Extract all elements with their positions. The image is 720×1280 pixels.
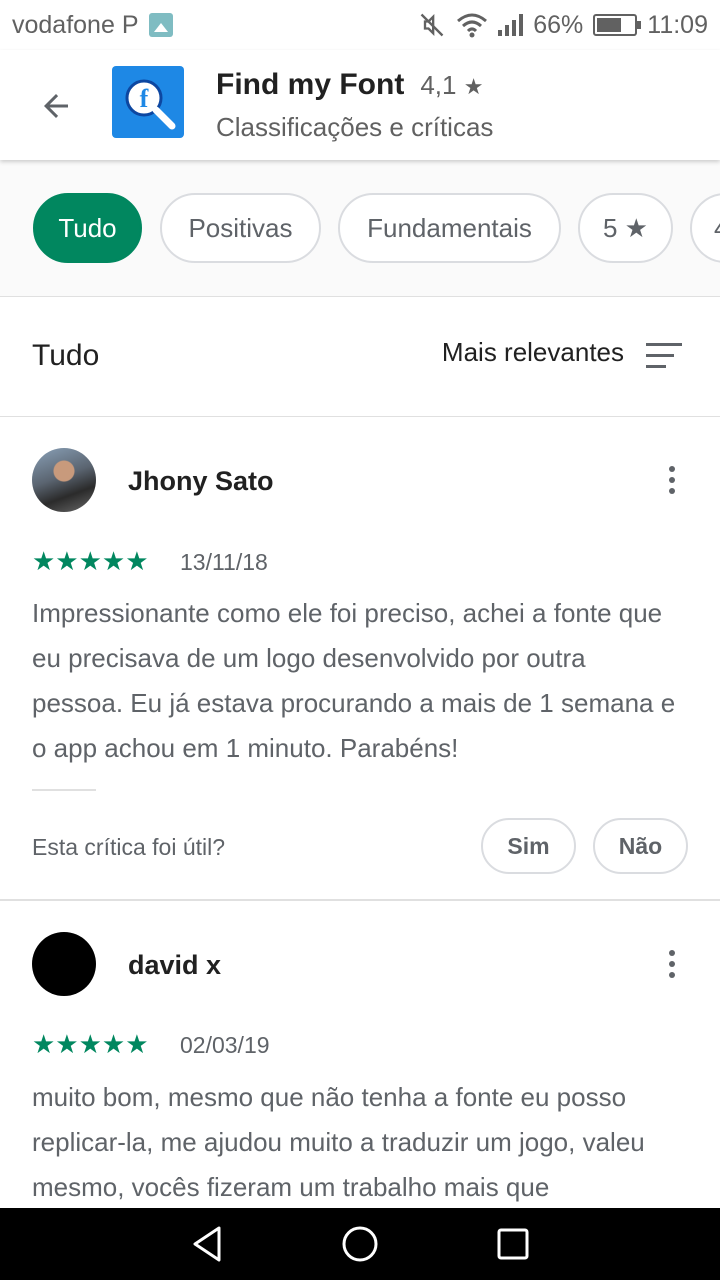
battery-icon (593, 14, 642, 36)
nav-home-button[interactable] (330, 1214, 390, 1274)
dot (669, 477, 675, 483)
back-button[interactable] (30, 80, 82, 132)
sort-row: Tudo Mais relevantes (0, 297, 720, 417)
svg-text:f: f (140, 84, 149, 113)
nav-back-button[interactable] (177, 1214, 237, 1274)
star-icon: ★ (463, 74, 484, 99)
clock: 11:09 (647, 10, 708, 39)
status-left: vodafone P (12, 11, 173, 40)
app-title-row: Find my Font 4,1 ★ (216, 68, 483, 102)
app-rating: 4,1 ★ (420, 70, 483, 101)
app-title: Find my Font (216, 68, 405, 101)
app-header: f Find my Font 4,1 ★ Classificações e cr… (0, 50, 720, 160)
dot (669, 950, 675, 956)
status-right: 66% 11:09 (418, 11, 708, 40)
app-rating-value: 4,1 (420, 70, 457, 100)
chip-5-stars[interactable]: 5 ★ (578, 193, 673, 263)
chip-all[interactable]: Tudo (33, 193, 142, 263)
app-icon[interactable]: f (112, 66, 184, 138)
battery-fill (597, 18, 622, 32)
sort-icon[interactable] (646, 343, 682, 369)
sort-button[interactable]: Mais relevantes (442, 337, 624, 368)
review-card: Jhony Sato ★★★★★ 13/11/18 Impressionante… (0, 418, 720, 899)
chip-positive[interactable]: Positivas (160, 193, 321, 263)
back-triangle-icon (193, 1226, 221, 1262)
more-options-button[interactable] (652, 460, 692, 500)
helpful-yes-button[interactable]: Sim (481, 818, 576, 874)
helpful-no-button[interactable]: Não (593, 818, 688, 874)
navigation-bar (0, 1208, 720, 1280)
review-card: david x ★★★★★ 02/03/19 muito bom, mesmo … (0, 901, 720, 1208)
image-notification-icon (148, 13, 173, 37)
nav-recents-button[interactable] (483, 1214, 543, 1274)
dot (669, 961, 675, 967)
chip-critical[interactable]: Fundamentais (338, 193, 561, 263)
home-circle-icon (342, 1226, 378, 1262)
recents-square-icon (497, 1228, 529, 1260)
signal-icon (498, 14, 524, 36)
battery-percent: 66% (533, 10, 584, 39)
chip-4-stars[interactable]: 4 ★ (690, 193, 720, 263)
carrier-label: vodafone P (12, 10, 139, 39)
review-text: muito bom, mesmo que não tenha a fonte e… (32, 1082, 645, 1202)
dot (669, 972, 675, 978)
avatar[interactable] (32, 932, 96, 996)
review-date: 02/03/19 (180, 1032, 270, 1058)
review-date: 13/11/18 (180, 549, 268, 575)
star-rating: ★★★★★ (32, 546, 149, 576)
review-text: Impressionante como ele foi preciso, ach… (32, 598, 676, 763)
mute-icon (420, 13, 444, 37)
dot (669, 488, 675, 494)
helpful-question: Esta crítica foi útil? (32, 834, 226, 860)
divider (32, 789, 96, 791)
app-subtitle: Classificações e críticas (216, 112, 494, 142)
reviewer-name: Jhony Sato (128, 466, 274, 496)
dot (669, 466, 675, 472)
star-rating: ★★★★★ (32, 1029, 149, 1059)
section-title: Tudo (32, 339, 100, 372)
filter-chips: Tudo Positivas Fundamentais 5 ★ 4 ★ (0, 160, 720, 297)
magnifier-font-icon: f (125, 79, 176, 130)
reviewer-name: david x (128, 950, 222, 980)
avatar[interactable] (32, 448, 96, 512)
more-options-button[interactable] (652, 944, 692, 984)
status-bar: vodafone P 66% 11:09 (0, 0, 720, 50)
wifi-icon (457, 13, 488, 38)
arrow-back-icon (44, 94, 68, 118)
